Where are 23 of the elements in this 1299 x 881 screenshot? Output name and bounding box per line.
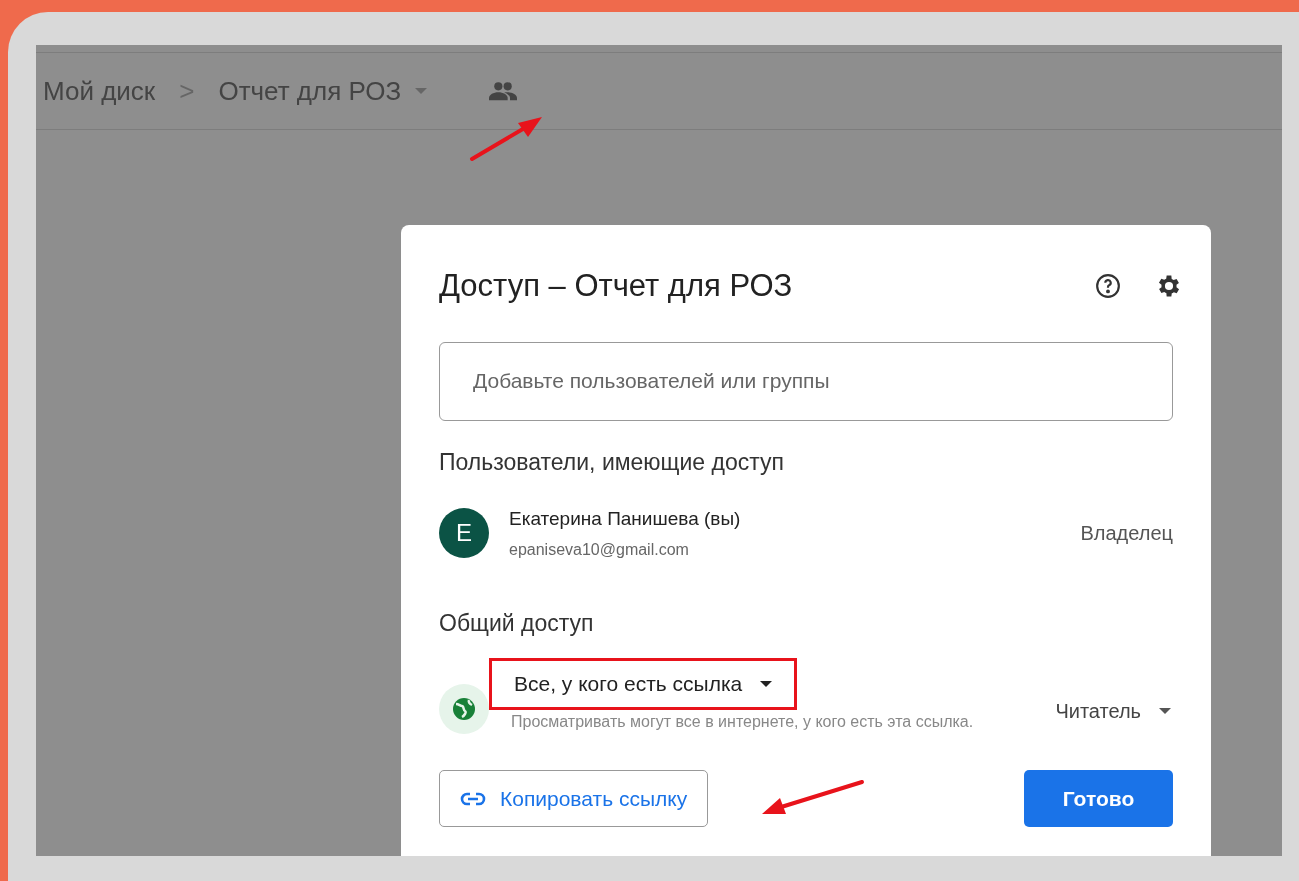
- user-email: epaniseva10@gmail.com: [509, 539, 690, 560]
- caret-icon: [415, 88, 428, 94]
- breadcrumb-link[interactable]: Мой диск: [43, 71, 156, 111]
- people-icon[interactable]: [489, 81, 518, 101]
- section-heading: Общий доступ: [439, 608, 595, 638]
- avatar: E: [439, 508, 489, 559]
- caret-icon: [1159, 708, 1171, 714]
- folder-dropdown[interactable]: Отчет для РОЗ: [218, 71, 428, 111]
- section-heading: Пользователи, имеющие доступ: [439, 447, 785, 477]
- breadcrumb-separator: >: [179, 74, 195, 108]
- done-button[interactable]: Готово: [1024, 770, 1173, 827]
- access-description: Просматривать могут все в интернете, у кого есть эта ссылка.: [510, 712, 975, 732]
- role-dropdown[interactable]: Читатель: [1055, 696, 1171, 726]
- caret-icon: [760, 681, 773, 687]
- dialog-title: Доступ – Отчет для РОЗ: [439, 267, 794, 305]
- role-label: Владелец: [1080, 521, 1173, 547]
- access-dropdown[interactable]: Все, у кого есть ссылка: [489, 658, 798, 710]
- add-people-field[interactable]: Добавьте пользователей или группы: [439, 341, 1173, 421]
- copy-link-button[interactable]: Копировать ссылку: [439, 770, 709, 827]
- help-icon[interactable]: [1095, 273, 1121, 300]
- user-name: Екатерина Панишева (вы): [509, 507, 742, 531]
- link-icon: [460, 791, 486, 806]
- globe-icon: [439, 684, 489, 734]
